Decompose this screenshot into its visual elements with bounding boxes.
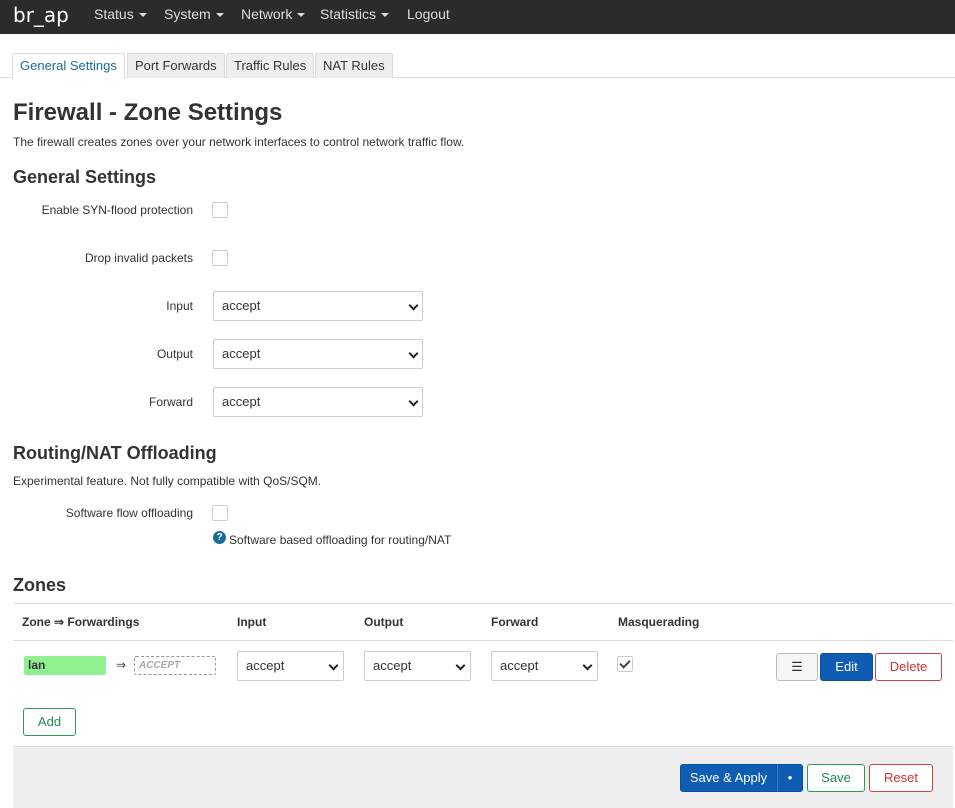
chevron-down-icon [297,13,306,18]
tab-port-forwards[interactable]: Port Forwards [127,53,225,78]
input-policy-label: Input [166,299,193,313]
chevron-down-icon [408,396,419,407]
offloading-description: Experimental feature. Not fully compatib… [13,474,322,488]
nav-status[interactable]: Status [94,6,147,22]
output-policy-label: Output [156,347,193,361]
table-divider [13,603,953,604]
zone-forward-select[interactable]: accept [491,651,598,681]
table-divider [13,640,953,641]
nav-system-label: System [164,6,211,22]
sw-flow-offloading-label: Software flow offloading [65,506,193,520]
forward-policy-value: accept [222,394,261,409]
brand-name[interactable]: br_ap [13,3,69,27]
add-zone-button[interactable]: Add [23,708,76,736]
general-settings-heading: General Settings [13,167,157,187]
offloading-heading: Routing/NAT Offloading [13,443,217,463]
column-header-forward: Forward [491,615,539,629]
chevron-down-icon [455,660,466,671]
sw-flow-help-text: Software based offloading for routing/NA… [229,533,452,547]
forward-policy-select[interactable]: accept [213,387,423,417]
save-apply-dropdown-button[interactable]: • [777,764,803,792]
zone-badge: lan [24,656,106,675]
chevron-down-icon [408,348,419,359]
nav-system[interactable]: System [164,6,224,22]
syn-flood-label: Enable SYN-flood protection [41,203,193,217]
reset-button[interactable]: Reset [869,764,933,792]
save-button[interactable]: Save [807,764,865,792]
drop-invalid-label: Drop invalid packets [84,251,193,265]
zone-input-value: accept [246,658,285,673]
output-policy-select[interactable]: accept [213,339,423,369]
input-policy-select[interactable]: accept [213,291,423,321]
edit-button[interactable]: Edit [820,653,873,681]
column-header-output: Output [364,615,404,629]
nav-statistics-label: Statistics [320,6,377,22]
forwarding-arrow: ⇒ [116,658,127,672]
tab-nat-rules[interactable]: NAT Rules [315,53,393,78]
column-header-masquerading: Masquerading [618,615,700,629]
forwarding-target: ACCEPT [134,656,216,675]
forward-policy-label: Forward [148,395,193,409]
zones-heading: Zones [13,575,67,595]
help-icon: ? [213,531,226,544]
save-apply-button[interactable]: Save & Apply [680,764,777,792]
nav-network[interactable]: Network [241,6,306,22]
drop-invalid-checkbox[interactable] [212,250,228,266]
output-policy-value: accept [222,346,261,361]
tab-bar: General Settings Port Forwards Traffic R… [0,53,955,79]
chevron-down-icon [582,660,593,671]
top-navbar: br_ap Status System Network Statistics L… [0,0,955,34]
zone-input-select[interactable]: accept [237,651,344,681]
tab-general-settings[interactable]: General Settings [12,53,125,79]
syn-flood-checkbox[interactable] [212,202,228,218]
zone-forward-value: accept [500,658,539,673]
nav-statistics[interactable]: Statistics [320,6,390,22]
nav-logout[interactable]: Logout [407,6,450,22]
nav-status-label: Status [94,6,134,22]
masquerading-checkbox[interactable] [617,656,633,672]
chevron-down-icon [215,13,224,18]
chevron-down-icon [138,13,147,18]
zone-output-value: accept [373,658,412,673]
chevron-down-icon [408,300,419,311]
column-header-input: Input [237,615,267,629]
delete-button[interactable]: Delete [875,653,942,681]
sw-flow-offloading-checkbox[interactable] [212,505,228,521]
nav-network-label: Network [241,6,293,22]
chevron-down-icon [381,13,390,18]
drag-handle-button[interactable]: ☰ [776,653,818,681]
page-description: The firewall creates zones over your net… [13,135,465,149]
page-title: Firewall - Zone Settings [13,99,283,126]
chevron-down-icon [328,660,339,671]
column-header-zone: Zone ⇒ Forwardings [22,615,140,629]
tab-traffic-rules[interactable]: Traffic Rules [226,53,315,78]
zone-output-select[interactable]: accept [364,651,471,681]
input-policy-value: accept [222,298,261,313]
